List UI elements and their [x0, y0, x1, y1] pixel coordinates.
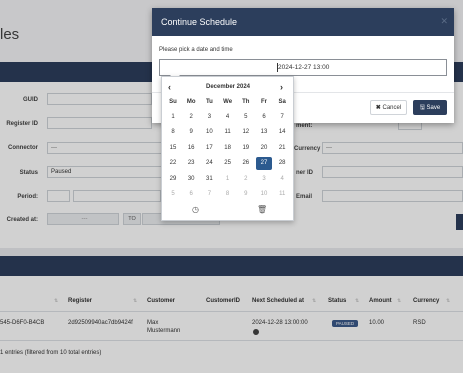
x-icon: ✖ — [375, 105, 383, 111]
datetime-value: 2024-12-27 13:00 — [278, 64, 330, 71]
calendar-day[interactable]: 6 — [183, 188, 199, 201]
calendar-day[interactable]: 14 — [274, 126, 290, 139]
calendar-day[interactable]: 1 — [220, 173, 236, 186]
save-label: Save — [426, 105, 441, 111]
calendar-day[interactable]: 7 — [274, 111, 290, 124]
calendar-day[interactable]: 11 — [220, 126, 236, 139]
cancel-label: Cancel — [382, 105, 402, 111]
calendar-day[interactable]: 25 — [220, 157, 236, 170]
calendar-day[interactable]: 3 — [201, 111, 217, 124]
weekday-label: Th — [242, 99, 250, 105]
calendar-day[interactable]: 9 — [238, 188, 254, 201]
weekday-label: Sa — [278, 99, 286, 105]
calendar-day[interactable]: 9 — [183, 126, 199, 139]
modal-prompt: Please pick a date and time — [159, 47, 233, 53]
calendar-day[interactable]: 10 — [201, 126, 217, 139]
close-icon[interactable]: ✕ — [440, 16, 448, 27]
calendar-day[interactable]: 20 — [256, 142, 272, 155]
calendar-day[interactable]: 3 — [256, 173, 272, 186]
weekday-label: Mo — [186, 99, 196, 105]
calendar-day[interactable]: 4 — [274, 173, 290, 186]
calendar-month-label[interactable]: December 2024 — [193, 84, 263, 90]
calendar-day[interactable]: 24 — [201, 157, 217, 170]
calendar-day[interactable]: 16 — [183, 142, 199, 155]
calendar-day[interactable]: 19 — [238, 142, 254, 155]
calendar-day[interactable]: 17 — [201, 142, 217, 155]
calendar-day[interactable]: 31 — [201, 173, 217, 186]
chevron-right-icon[interactable]: › — [280, 82, 283, 92]
calendar-day[interactable]: 8 — [220, 188, 236, 201]
calendar-day[interactable]: 7 — [201, 188, 217, 201]
calendar-day[interactable]: 1 — [165, 111, 181, 124]
calendar-day[interactable]: 23 — [183, 157, 199, 170]
datetime-input[interactable]: 2024-12-27 13:00 — [159, 59, 447, 76]
weekday-label: Tu — [205, 99, 213, 105]
date-picker: ‹ December 2024 › Su Mo Tu We Th Fr Sa 1234567… — [161, 76, 294, 221]
weekday-label: We — [223, 99, 233, 105]
calendar-day-selected[interactable]: 27 — [256, 157, 272, 171]
calendar-day[interactable]: 29 — [165, 173, 181, 186]
calendar-day[interactable]: 12 — [238, 126, 254, 139]
calendar-day[interactable]: 13 — [256, 126, 272, 139]
calendar-day[interactable]: 6 — [256, 111, 272, 124]
modal-title: Continue Schedule — [161, 17, 238, 27]
calendar-day[interactable]: 11 — [274, 188, 290, 201]
weekday-label: Su — [169, 99, 177, 105]
weekday-label: Fr — [261, 99, 267, 105]
modal-header: Continue Schedule ✕ — [152, 8, 454, 36]
chevron-left-icon[interactable]: ‹ — [168, 82, 171, 92]
calendar-day[interactable]: 15 — [165, 142, 181, 155]
calendar-day[interactable]: 2 — [183, 111, 199, 124]
cancel-button[interactable]: ✖ Cancel — [370, 100, 407, 115]
calendar-day[interactable]: 2 — [238, 173, 254, 186]
calendar-day[interactable]: 10 — [256, 188, 272, 201]
calendar-day[interactable]: 28 — [274, 157, 290, 170]
calendar-day[interactable]: 8 — [165, 126, 181, 139]
trash-icon[interactable]: 🗑 — [257, 205, 267, 214]
calendar-day[interactable]: 5 — [165, 188, 181, 201]
save-button[interactable]: 🖫 Save — [413, 100, 447, 115]
floppy-icon: 🖫 — [419, 105, 427, 111]
calendar-day[interactable]: 4 — [220, 111, 236, 124]
calendar-day[interactable]: 5 — [238, 111, 254, 124]
clock-icon[interactable]: ◷ — [192, 205, 199, 214]
calendar-day[interactable]: 26 — [238, 157, 254, 170]
calendar-day[interactable]: 30 — [183, 173, 199, 186]
calendar-day[interactable]: 18 — [220, 142, 236, 155]
calendar-day[interactable]: 21 — [274, 142, 290, 155]
calendar-day[interactable]: 22 — [165, 157, 181, 170]
